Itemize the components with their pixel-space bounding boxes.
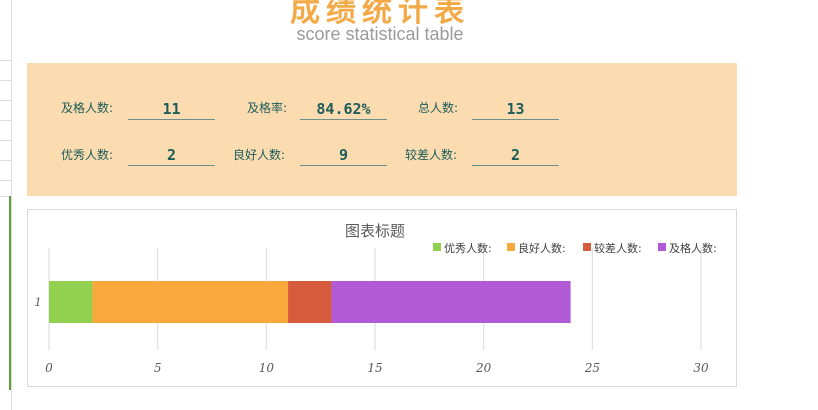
- excellent-count-label: 优秀人数:: [61, 148, 114, 162]
- y-category-label: 1: [35, 296, 42, 309]
- bar-segment: [49, 281, 93, 323]
- excellent-count-value[interactable]: 2: [128, 145, 215, 166]
- legend-swatch: [507, 243, 515, 251]
- pass-count-value[interactable]: 11: [128, 99, 215, 120]
- legend-label: 优秀人数:: [444, 242, 492, 255]
- legend-swatch: [658, 243, 666, 251]
- legend-swatch: [583, 243, 591, 251]
- legend-label: 及格人数:: [669, 241, 717, 255]
- x-tick-label: 30: [693, 361, 709, 375]
- x-tick-label: 0: [45, 361, 53, 375]
- pass-rate-label: 及格率:: [247, 101, 288, 115]
- selected-column-indicator: [9, 196, 11, 390]
- good-count-value[interactable]: 9: [300, 145, 387, 166]
- page-subtitle: score statistical table: [296, 24, 464, 44]
- legend-swatch: [433, 243, 441, 251]
- chart-container[interactable]: 0 5 10 15 20 25 30 图表标题 1 优秀人数: 良好人数: 较差人数: 及格人数:: [27, 209, 737, 387]
- poor-count-label: 较差人数:: [405, 148, 458, 162]
- bar-segment: [331, 281, 571, 323]
- total-count-label: 总人数:: [418, 101, 459, 115]
- bar-segment: [92, 281, 289, 323]
- pass-rate-value[interactable]: 84.62%: [300, 99, 387, 120]
- total-count-value[interactable]: 13: [472, 99, 559, 120]
- x-tick-label: 25: [584, 361, 600, 375]
- poor-count-value[interactable]: 2: [472, 145, 559, 166]
- x-tick-label: 5: [154, 361, 162, 375]
- chart-title: 图表标题: [345, 222, 405, 240]
- x-tick-label: 10: [259, 361, 275, 375]
- legend-label: 良好人数:: [518, 241, 566, 255]
- x-tick-label: 15: [367, 361, 382, 375]
- spreadsheet-grid-edge: [0, 0, 12, 410]
- x-tick-label: 20: [475, 361, 492, 375]
- legend-label: 较差人数:: [594, 241, 642, 255]
- pass-count-label: 及格人数:: [61, 101, 114, 115]
- good-count-label: 良好人数:: [233, 148, 286, 162]
- bar-segment: [288, 281, 332, 323]
- stacked-bar-chart: 0 5 10 15 20 25 30 图表标题 1 优秀人数: 良好人数: 较差人数: 及格人数:: [35, 222, 717, 375]
- stats-panel: 及格人数: 11 及格率: 84.62% 总人数: 13 优秀人数: 2 良好人…: [27, 63, 737, 196]
